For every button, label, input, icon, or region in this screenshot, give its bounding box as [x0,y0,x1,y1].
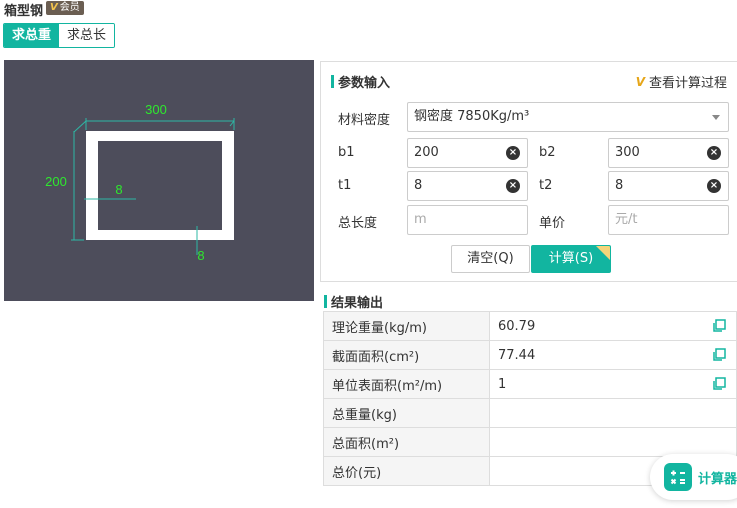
result-label: 总价(元) [323,456,490,486]
tab-total-weight[interactable]: 求总重 [4,24,60,47]
t1-value: 8 [414,178,423,193]
top-dimension-lines [73,118,235,133]
result-value-cell: 60.79 [489,311,737,341]
table-row: 总重量(kg) [323,398,737,428]
dimension-t1-label: 8 [115,182,122,197]
dimension-t2-label: 8 [197,248,204,263]
calculate-button[interactable]: 计算(S) [531,245,611,273]
chevron-down-icon [712,115,720,120]
result-section-title: 结果输出 [324,292,383,311]
t2-value: 8 [615,178,624,193]
t2-label: t2 [539,178,553,193]
density-label: 材料密度 [338,113,391,128]
b2-value: 300 [615,145,640,160]
vip-badge-text: 会员 [59,2,80,13]
floating-calculator-button[interactable]: 计算器 [650,454,737,500]
tab-total-length[interactable]: 求总长 [59,24,115,47]
result-label: 总面积(m²) [323,427,490,457]
copy-icon[interactable] [712,319,726,333]
param-panel: 参数输入 V 查看计算过程 材料密度 钢密度 7850Kg/m³ b1 200 … [320,61,737,282]
b2-label: b2 [539,145,556,160]
view-process-link[interactable]: V 查看计算过程 [635,72,727,92]
dimension-width-label: 300 [145,102,167,117]
result-label: 理论重量(kg/m) [323,311,490,341]
t1-label: t1 [338,178,352,193]
clear-icon[interactable]: × [506,146,520,160]
price-label: 单价 [539,216,566,231]
dimension-height-label: 200 [45,174,67,189]
vip-badge: V 会员 [46,1,84,15]
vip-icon: V [635,74,645,89]
result-value-cell: 77.44 [489,340,737,370]
result-value-cell: 1 [489,369,737,399]
page-title: 箱型钢 [4,4,44,19]
clear-button[interactable]: 清空(Q) [451,245,530,273]
b2-input[interactable]: 300 × [608,138,729,168]
b1-label: b1 [338,145,355,160]
section-bar [324,295,327,308]
left-dimension-lines [71,131,84,241]
copy-icon[interactable] [712,377,726,391]
table-row: 截面面积(cm²) 77.44 [323,340,737,370]
price-input[interactable]: 元/t [608,205,729,235]
view-process-text: 查看计算过程 [648,76,727,91]
section-bar [331,75,334,88]
calculator-icon [664,463,692,491]
clear-icon[interactable]: × [506,179,520,193]
length-label: 总长度 [338,216,378,231]
length-placeholder: m [414,212,427,227]
t2-input[interactable]: 8 × [608,171,729,201]
result-value-cell [489,398,737,428]
result-label: 单位表面积(m²/m) [323,369,490,399]
table-row: 理论重量(kg/m) 60.79 [323,311,737,341]
floating-calculator-label: 计算器 [698,471,737,487]
density-select[interactable]: 钢密度 7850Kg/m³ [407,102,729,132]
mode-tabs: 求总重 求总长 [3,23,116,48]
length-input[interactable]: m [407,205,528,235]
b1-value: 200 [414,145,439,160]
table-row: 单位表面积(m²/m) 1 [323,369,737,399]
result-title-text: 结果输出 [331,296,384,311]
result-label: 总重量(kg) [323,398,490,428]
vip-mark: V [50,2,58,13]
result-value: 77.44 [498,347,536,363]
clear-icon[interactable]: × [707,146,721,160]
result-value: 1 [498,376,507,392]
density-select-value: 钢密度 7850Kg/m³ [414,109,530,124]
calculate-button-label: 计算(S) [548,251,594,266]
vip-corner-icon [596,246,610,260]
copy-icon[interactable] [712,348,726,362]
result-value-cell [489,427,737,457]
table-row: 总面积(m²) [323,427,737,457]
box-section-diagram: 300 200 8 8 [4,60,314,301]
param-section-title: 参数输入 [331,72,390,91]
result-label: 截面面积(cm²) [323,340,490,370]
b1-input[interactable]: 200 × [407,138,528,168]
price-placeholder: 元/t [615,212,638,227]
param-title-text: 参数输入 [338,76,391,91]
t1-input[interactable]: 8 × [407,171,528,201]
result-value: 60.79 [498,318,536,334]
clear-icon[interactable]: × [707,179,721,193]
box-section-svg: 300 200 8 8 [45,102,235,263]
